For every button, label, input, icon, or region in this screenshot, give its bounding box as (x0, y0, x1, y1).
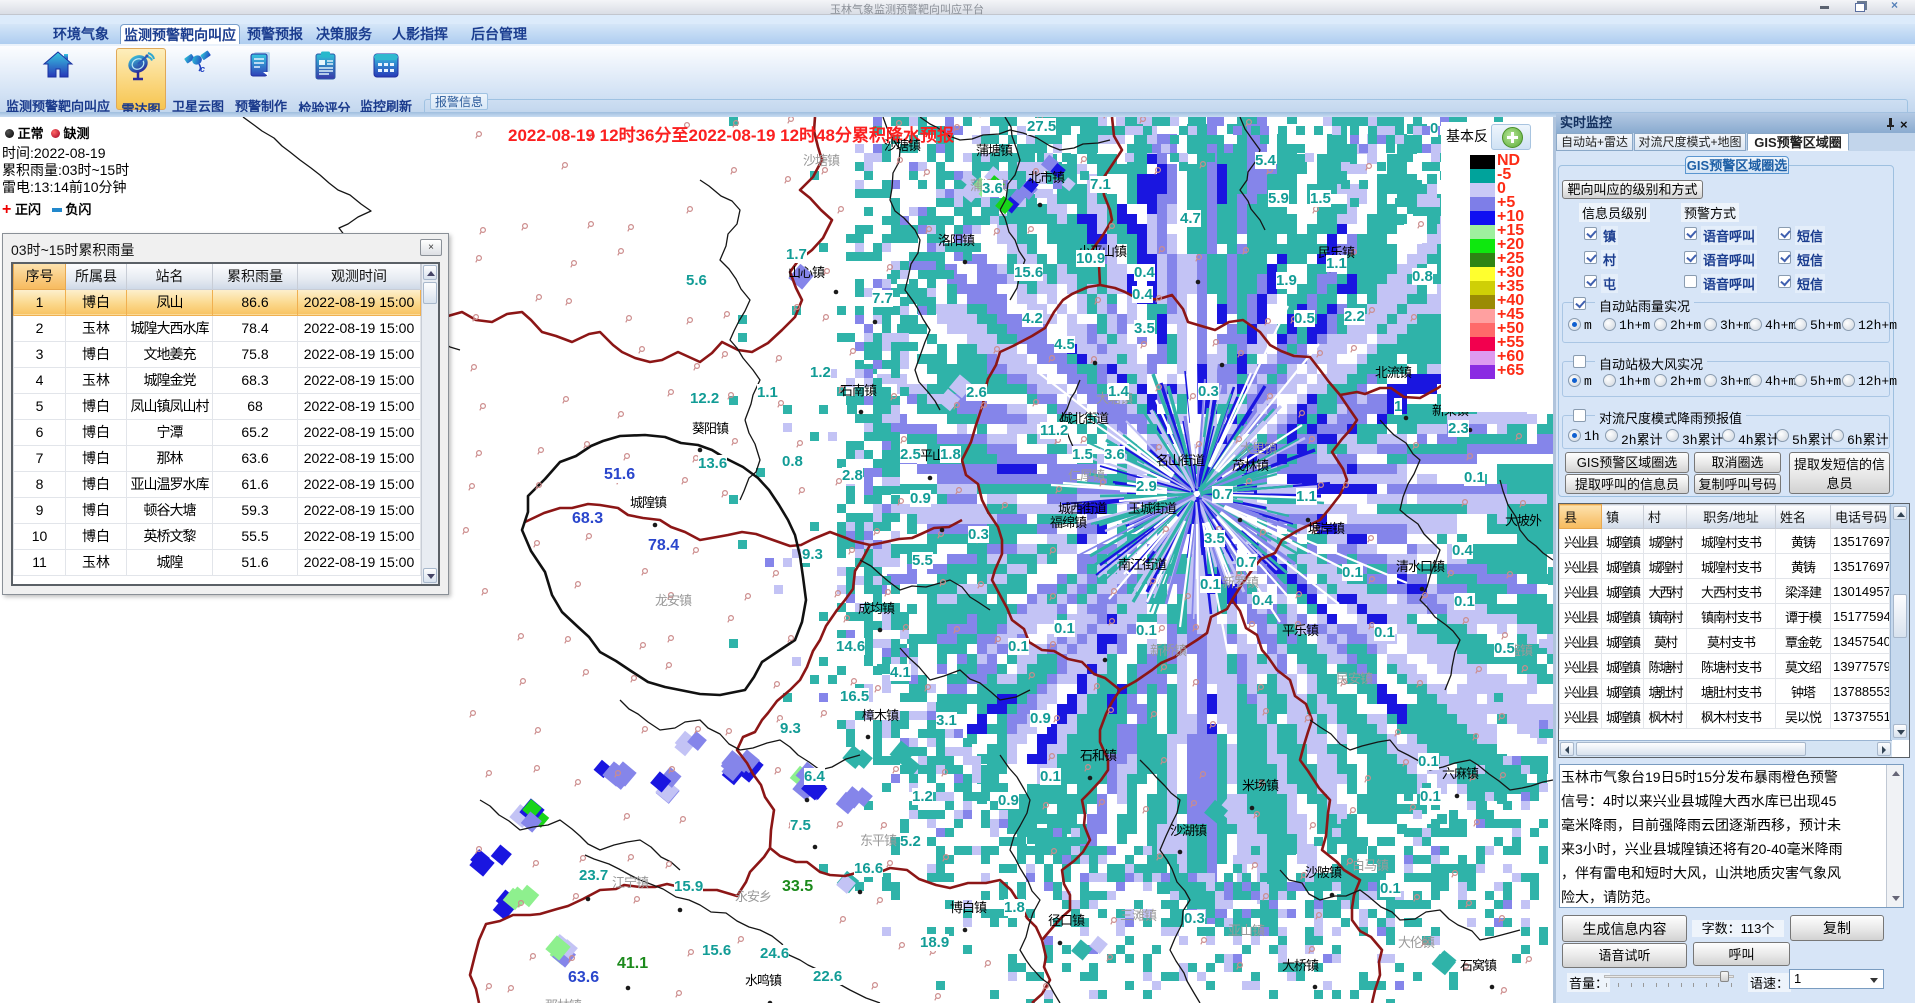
svg-text:c: c (200, 64, 205, 74)
